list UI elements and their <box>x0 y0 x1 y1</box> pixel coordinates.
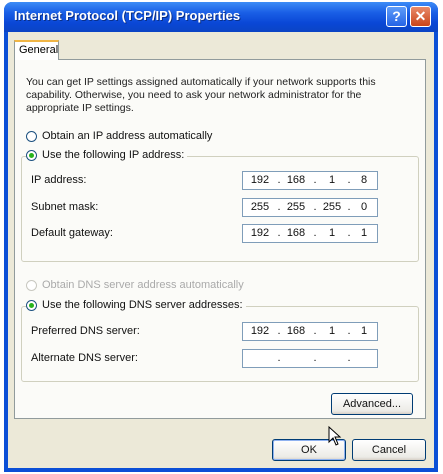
obtain-ip-automatically-label: Obtain an IP address automatically <box>42 130 213 142</box>
obtain-dns-automatically-radio[interactable]: Obtain DNS server address automatically <box>26 279 244 291</box>
radio-selected-icon <box>26 299 37 311</box>
use-following-dns-label: Use the following DNS server addresses: <box>42 299 243 311</box>
ip-octet: 168 <box>286 174 306 186</box>
alternate-dns-input[interactable]: . . . <box>242 349 378 368</box>
subnet-octet: 255 <box>322 201 342 213</box>
mouse-pointer-icon <box>328 425 342 446</box>
alternate-dns-label: Alternate DNS server: <box>31 352 138 364</box>
dns-server-group <box>21 306 419 382</box>
subnet-octet: 255 <box>250 201 270 213</box>
dns-octet: 1 <box>360 325 368 337</box>
octet-separator: . <box>313 227 317 239</box>
radio-selected-icon <box>26 149 37 161</box>
subnet-octet: 255 <box>286 201 306 213</box>
default-gateway-input[interactable]: 192 . 168 . 1 . 1 <box>242 224 378 243</box>
obtain-ip-automatically-radio[interactable]: Obtain an IP address automatically <box>26 130 212 142</box>
octet-separator: . <box>277 227 281 239</box>
tab-general[interactable]: General <box>14 40 59 60</box>
radio-disabled-icon <box>26 279 37 291</box>
octet-separator: . <box>313 201 317 213</box>
use-following-ip-label: Use the following IP address: <box>42 149 185 161</box>
use-following-ip-radio[interactable]: Use the following IP address: <box>26 149 188 161</box>
ip-octet: 1 <box>328 174 336 186</box>
description-text: You can get IP settings assigned automat… <box>26 76 376 114</box>
general-tab-panel: You can get IP settings assigned automat… <box>14 59 426 419</box>
ip-address-label: IP address: <box>31 174 87 186</box>
advanced-button[interactable]: Advanced... <box>331 393 413 415</box>
subnet-octet: 0 <box>360 201 368 213</box>
cancel-button[interactable]: Cancel <box>352 439 426 461</box>
title-bar[interactable]: Internet Protocol (TCP/IP) Properties ? … <box>4 2 438 32</box>
octet-separator: . <box>277 174 281 186</box>
octet-separator: . <box>313 325 317 337</box>
subnet-mask-label: Subnet mask: <box>31 201 99 213</box>
properties-dialog: Internet Protocol (TCP/IP) Properties ? … <box>4 2 438 472</box>
dns-octet: 192 <box>250 325 270 337</box>
gateway-octet: 1 <box>360 227 368 239</box>
gateway-octet: 1 <box>328 227 336 239</box>
ip-address-input[interactable]: 192 . 168 . 1 . 8 <box>242 171 378 190</box>
octet-separator: . <box>313 352 317 364</box>
default-gateway-label: Default gateway: <box>31 227 113 239</box>
octet-separator: . <box>313 174 317 186</box>
octet-separator: . <box>277 201 281 213</box>
obtain-dns-automatically-label: Obtain DNS server address automatically <box>42 279 244 291</box>
ip-octet: 8 <box>360 174 368 186</box>
octet-separator: . <box>347 352 351 364</box>
radio-unselected-icon <box>26 130 37 142</box>
gateway-octet: 168 <box>286 227 306 239</box>
preferred-dns-label: Preferred DNS server: <box>31 325 140 337</box>
ip-octet: 192 <box>250 174 270 186</box>
octet-separator: . <box>277 325 281 337</box>
octet-separator: . <box>277 352 281 364</box>
use-following-dns-radio[interactable]: Use the following DNS server addresses: <box>26 299 246 311</box>
close-button[interactable]: ✕ <box>410 6 431 27</box>
dialog-client-area: General You can get IP settings assigned… <box>8 32 434 468</box>
subnet-mask-input[interactable]: 255 . 255 . 255 . 0 <box>242 198 378 217</box>
gateway-octet: 192 <box>250 227 270 239</box>
preferred-dns-input[interactable]: 192 . 168 . 1 . 1 <box>242 322 378 341</box>
dns-octet: 1 <box>328 325 336 337</box>
help-button[interactable]: ? <box>386 6 407 27</box>
dns-octet: 168 <box>286 325 306 337</box>
window-title: Internet Protocol (TCP/IP) Properties <box>14 8 241 23</box>
